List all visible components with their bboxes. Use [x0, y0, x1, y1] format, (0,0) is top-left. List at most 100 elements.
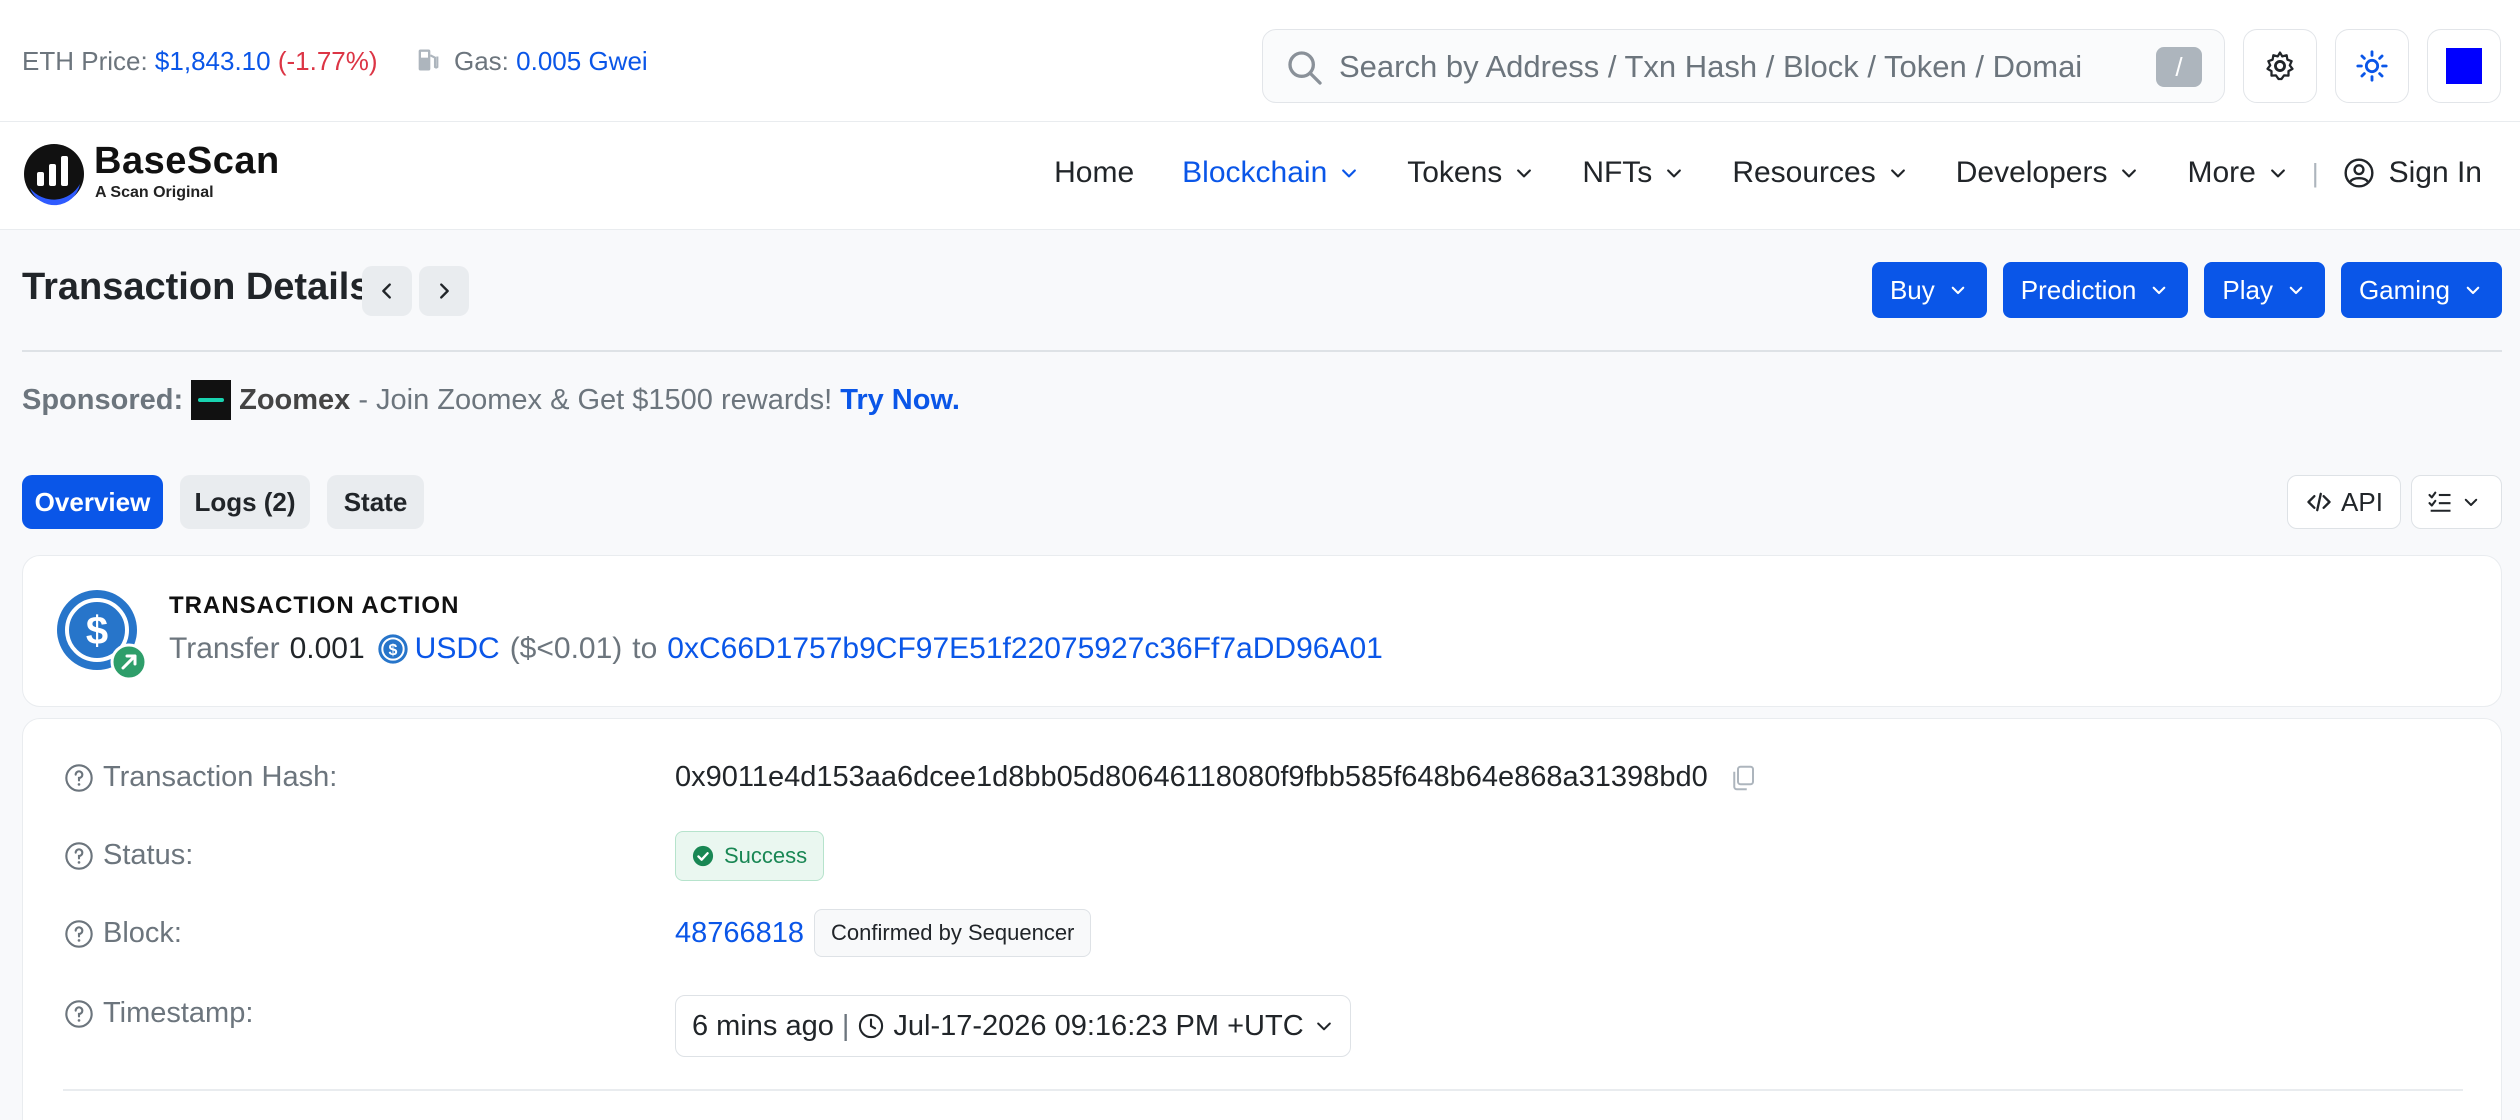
timestamp-label-row: Timestamp:: [63, 997, 253, 1030]
api-button[interactable]: API: [2287, 475, 2401, 529]
network-square-icon: [2446, 48, 2482, 84]
recipient-address-link[interactable]: 0xC66D1757b9CF97E51f22075927c36Ff7aDD96A…: [667, 632, 1383, 666]
usdc-coin-icon: $: [378, 634, 408, 664]
sign-in-link[interactable]: Sign In: [2343, 156, 2482, 190]
sign-in-label: Sign In: [2388, 156, 2482, 189]
sponsored-label: Sponsored:: [22, 383, 184, 416]
timestamp-ago: 6 mins ago: [692, 1009, 834, 1042]
brand-tagline: A Scan Original: [95, 184, 214, 201]
help-circle-icon[interactable]: [63, 840, 95, 872]
buy-button[interactable]: Buy: [1871, 262, 1987, 318]
sponsor-name[interactable]: Zoomex: [239, 384, 350, 417]
status-value: Success: [724, 843, 808, 868]
chevron-down-icon: [2289, 286, 2303, 295]
settings-button[interactable]: [2243, 29, 2317, 103]
nav-item-blockchain[interactable]: Blockchain: [1182, 156, 1359, 190]
tx-hash-label-row: Transaction Hash:: [63, 761, 337, 794]
timestamp-separator: |: [841, 1009, 850, 1042]
search-box[interactable]: Search by Address / Txn Hash / Block / T…: [1262, 29, 2225, 103]
brand-name[interactable]: BaseScan: [94, 140, 280, 183]
chevron-down-icon: [2270, 169, 2285, 178]
confirmation-badge: Confirmed by Sequencer: [814, 909, 1092, 957]
tx-hash-row: 0x9011e4d153aa6dcee1d8bb05d80646118080f9…: [675, 761, 1758, 794]
sun-icon: [2356, 50, 2388, 82]
nav-item-resources[interactable]: Resources: [1732, 156, 1907, 190]
search-icon: [1288, 51, 1322, 85]
nav-item-developers[interactable]: Developers: [1956, 156, 2140, 190]
search-shortcut-key: /: [2156, 47, 2202, 87]
chevron-left-icon: [382, 283, 391, 299]
block-label: Block:: [103, 917, 182, 949]
svg-text:$: $: [86, 609, 108, 653]
code-icon: [2307, 492, 2331, 512]
timestamp-row: 6 mins ago | Jul-17-2026 09:16:23 PM +UT…: [675, 995, 1351, 1057]
tab-state[interactable]: State: [327, 475, 424, 529]
status-label: Status:: [103, 839, 194, 871]
help-circle-icon[interactable]: [63, 762, 95, 794]
chevron-down-icon: [1342, 169, 1357, 178]
gaming-button[interactable]: Gaming: [2340, 262, 2502, 318]
status-badge: Success: [675, 831, 825, 881]
check-circle-icon: [692, 845, 714, 867]
gear-icon: [2266, 51, 2294, 81]
basescan-logo-icon[interactable]: [22, 142, 86, 206]
tab-logs[interactable]: Logs (2): [180, 475, 310, 529]
checklist-icon: [2427, 491, 2450, 512]
page-title: Transaction Details: [22, 266, 371, 308]
action-to-label: to: [632, 632, 658, 665]
tab-overview[interactable]: Overview: [22, 475, 163, 529]
zoomex-logo-icon[interactable]: [191, 380, 232, 420]
nav-menu: Home Blockchain Tokens NFTs Resources De…: [1054, 156, 2482, 190]
usdc-transfer-icon: $: [57, 590, 147, 680]
nav-item-home[interactable]: Home: [1054, 156, 1134, 190]
gas-pump-icon: [418, 49, 439, 71]
status-label-row: Status:: [63, 839, 193, 872]
nav-item-more[interactable]: More: [2187, 156, 2287, 190]
help-circle-icon[interactable]: [63, 918, 95, 950]
sponsor-cta-link[interactable]: Try Now.: [840, 384, 960, 417]
help-circle-icon[interactable]: [63, 998, 95, 1030]
prediction-button[interactable]: Prediction: [2002, 262, 2189, 318]
nav-separator: |: [2311, 157, 2319, 188]
nav-item-tokens[interactable]: Tokens: [1407, 156, 1534, 190]
token-link[interactable]: USDC: [415, 632, 500, 666]
chevron-down-icon: [2122, 169, 2137, 178]
view-options-button[interactable]: [2411, 475, 2502, 529]
tx-hash-label: Transaction Hash:: [103, 761, 338, 793]
network-switch-button[interactable]: [2427, 29, 2501, 103]
price-ticker: ETH Price: $1,843.10 (-1.77%) Gas: 0.005…: [22, 46, 648, 77]
chevron-down-icon: [2153, 286, 2166, 295]
play-button[interactable]: Play: [2204, 262, 2325, 318]
theme-toggle-button[interactable]: [2335, 29, 2409, 103]
search-input[interactable]: Search by Address / Txn Hash / Block / T…: [1339, 49, 2139, 85]
eth-price-label: ETH Price:: [22, 46, 148, 76]
block-label-row: Block:: [63, 917, 182, 950]
details-divider: [63, 1089, 2463, 1091]
timestamp-dropdown[interactable]: 6 mins ago | Jul-17-2026 09:16:23 PM +UT…: [675, 995, 1351, 1057]
api-label: API: [2341, 486, 2383, 517]
copy-icon[interactable]: [1728, 763, 1758, 793]
header-divider: [22, 350, 2502, 352]
chevron-down-icon: [1517, 169, 1532, 178]
eth-price-value[interactable]: $1,843.10: [155, 46, 271, 76]
chevron-down-icon: [1316, 1022, 1331, 1031]
promo-buttons: Buy Prediction Play Gaming: [1856, 262, 2502, 318]
eth-price-change: (-1.77%): [277, 46, 378, 76]
prev-transaction-button[interactable]: [362, 266, 412, 316]
sponsor-text: - Join Zoomex & Get $1500 rewards!: [358, 383, 833, 416]
action-summary: Transfer 0.001 $ USDC ($<0.01) to 0xC66D…: [169, 632, 1383, 666]
transaction-action-card: $ TRANSACTION ACTION Transfer 0.001 $ US…: [22, 555, 2502, 707]
block-number-link[interactable]: 48766818: [675, 917, 804, 950]
timestamp-label: Timestamp:: [103, 997, 254, 1029]
svg-text:$: $: [388, 642, 397, 659]
chevron-down-icon: [2466, 286, 2480, 295]
nav-item-nfts[interactable]: NFTs: [1582, 156, 1684, 190]
gas-value[interactable]: 0.005 Gwei: [516, 46, 648, 76]
next-transaction-button[interactable]: [419, 266, 469, 316]
chevron-down-icon: [1951, 286, 1965, 295]
main-navbar: BaseScan A Scan Original Home Blockchain…: [0, 122, 2520, 230]
status-row: Success: [675, 831, 825, 881]
top-bar: ETH Price: $1,843.10 (-1.77%) Gas: 0.005…: [0, 0, 2520, 122]
action-verb: Transfer: [169, 632, 280, 665]
block-row: 48766818 Confirmed by Sequencer: [675, 909, 1092, 957]
